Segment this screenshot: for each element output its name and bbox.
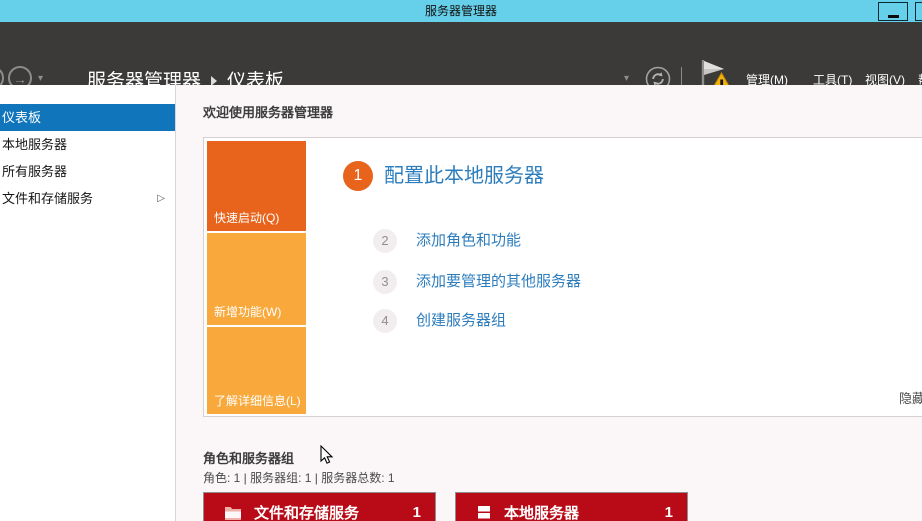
breadcrumb: 服务器管理器 仪表板 xyxy=(87,66,284,85)
breadcrumb-separator-icon xyxy=(211,76,218,85)
add-other-servers-link[interactable]: 添加要管理的其他服务器 xyxy=(416,270,581,294)
role-tile-label: 文件和存储服务 xyxy=(254,504,360,521)
step-3-badge: 3 xyxy=(373,270,397,294)
history-caret-icon[interactable]: ▾ xyxy=(38,73,43,84)
create-server-group-link[interactable]: 创建服务器组 xyxy=(416,309,506,333)
learn-more-tab[interactable]: 了解详细信息(L) xyxy=(207,327,306,414)
breadcrumb-current: 仪表板 xyxy=(227,71,285,85)
nav-divider xyxy=(681,67,682,85)
welcome-tile: 快速启动(Q) 新增功能(W) 了解详细信息(L) 1 配置此本地服务器 2 添… xyxy=(203,137,922,417)
add-roles-features-link[interactable]: 添加角色和功能 xyxy=(416,229,521,253)
sidebar-item-label: 本地服务器 xyxy=(2,137,68,152)
window-title: 服务器管理器 xyxy=(424,4,497,18)
menu-view[interactable]: 视图(V) xyxy=(865,71,905,85)
menu-tools[interactable]: 工具(T) xyxy=(813,71,852,85)
breadcrumb-root[interactable]: 服务器管理器 xyxy=(87,71,201,85)
quick-start-tab[interactable]: 快速启动(Q) xyxy=(207,141,306,231)
sidebar-item-label: 文件和存储服务 xyxy=(2,191,94,206)
role-tile-count: 1 xyxy=(412,503,421,521)
navbar: ← → ▾ 服务器管理器 仪表板 ▾ 管理(M) xyxy=(0,22,922,85)
role-tile-count: 1 xyxy=(664,503,673,521)
quick-tab-label: 新增功能(W) xyxy=(214,305,282,319)
titlebar: 服务器管理器 xyxy=(0,0,922,22)
folder-icon xyxy=(225,506,241,520)
forward-button[interactable]: → xyxy=(8,66,32,85)
expand-arrow-icon[interactable]: ▷ xyxy=(157,185,165,212)
configure-local-server-link[interactable]: 配置此本地服务器 xyxy=(384,161,544,191)
minimize-icon xyxy=(888,15,899,18)
refresh-caret-icon[interactable]: ▾ xyxy=(624,73,629,84)
role-tile-label: 本地服务器 xyxy=(504,504,580,521)
file-storage-services-tile[interactable]: 文件和存储服务 1 xyxy=(203,492,436,521)
sidebar-item-local-server[interactable]: 本地服务器 xyxy=(0,131,175,158)
sidebar-item-dashboard[interactable]: 仪表板 xyxy=(0,104,175,131)
menu-help[interactable]: 帮助(H) xyxy=(918,71,922,85)
menu-manage[interactable]: 管理(M) xyxy=(746,71,788,85)
welcome-heading: 欢迎使用服务器管理器 xyxy=(203,105,334,120)
quick-tab-label: 了解详细信息(L) xyxy=(214,394,301,408)
quick-tab-label: 快速启动(Q) xyxy=(214,211,280,225)
maximize-button[interactable] xyxy=(915,2,922,21)
sidebar-item-all-servers[interactable]: 所有服务器 xyxy=(0,158,175,185)
roles-groups-heading: 角色和服务器组 xyxy=(203,451,295,466)
mouse-cursor xyxy=(320,445,334,464)
back-button[interactable]: ← xyxy=(0,66,4,85)
sidebar: 仪表板 本地服务器 所有服务器 文件和存储服务 ▷ xyxy=(0,85,176,521)
main-content: 欢迎使用服务器管理器 快速启动(Q) 新增功能(W) 了解详细信息(L) 1 配… xyxy=(177,85,922,521)
roles-summary: 角色: 1 | 服务器组: 1 | 服务器总数: 1 xyxy=(203,471,395,485)
forward-icon: → xyxy=(13,71,27,85)
step-2-badge: 2 xyxy=(373,229,397,253)
local-server-tile[interactable]: 本地服务器 1 xyxy=(455,492,688,521)
server-manager-window: 服务器管理器 ← → ▾ 服务器管理器仪表板 ▾ xyxy=(0,0,922,521)
minimize-button[interactable] xyxy=(878,2,908,21)
step-1-badge: 1 xyxy=(343,161,373,191)
sidebar-item-label: 所有服务器 xyxy=(2,164,68,179)
step-4-badge: 4 xyxy=(373,309,397,333)
sidebar-item-file-storage-services[interactable]: 文件和存储服务 ▷ xyxy=(0,185,175,212)
warning-icon xyxy=(714,71,729,85)
hide-welcome-link[interactable]: 隐藏 xyxy=(899,388,922,407)
whats-new-tab[interactable]: 新增功能(W) xyxy=(207,233,306,325)
refresh-button[interactable] xyxy=(645,66,671,85)
notifications-flag-button[interactable] xyxy=(697,58,735,85)
sidebar-item-label: 仪表板 xyxy=(2,110,42,125)
server-icon xyxy=(478,505,490,518)
